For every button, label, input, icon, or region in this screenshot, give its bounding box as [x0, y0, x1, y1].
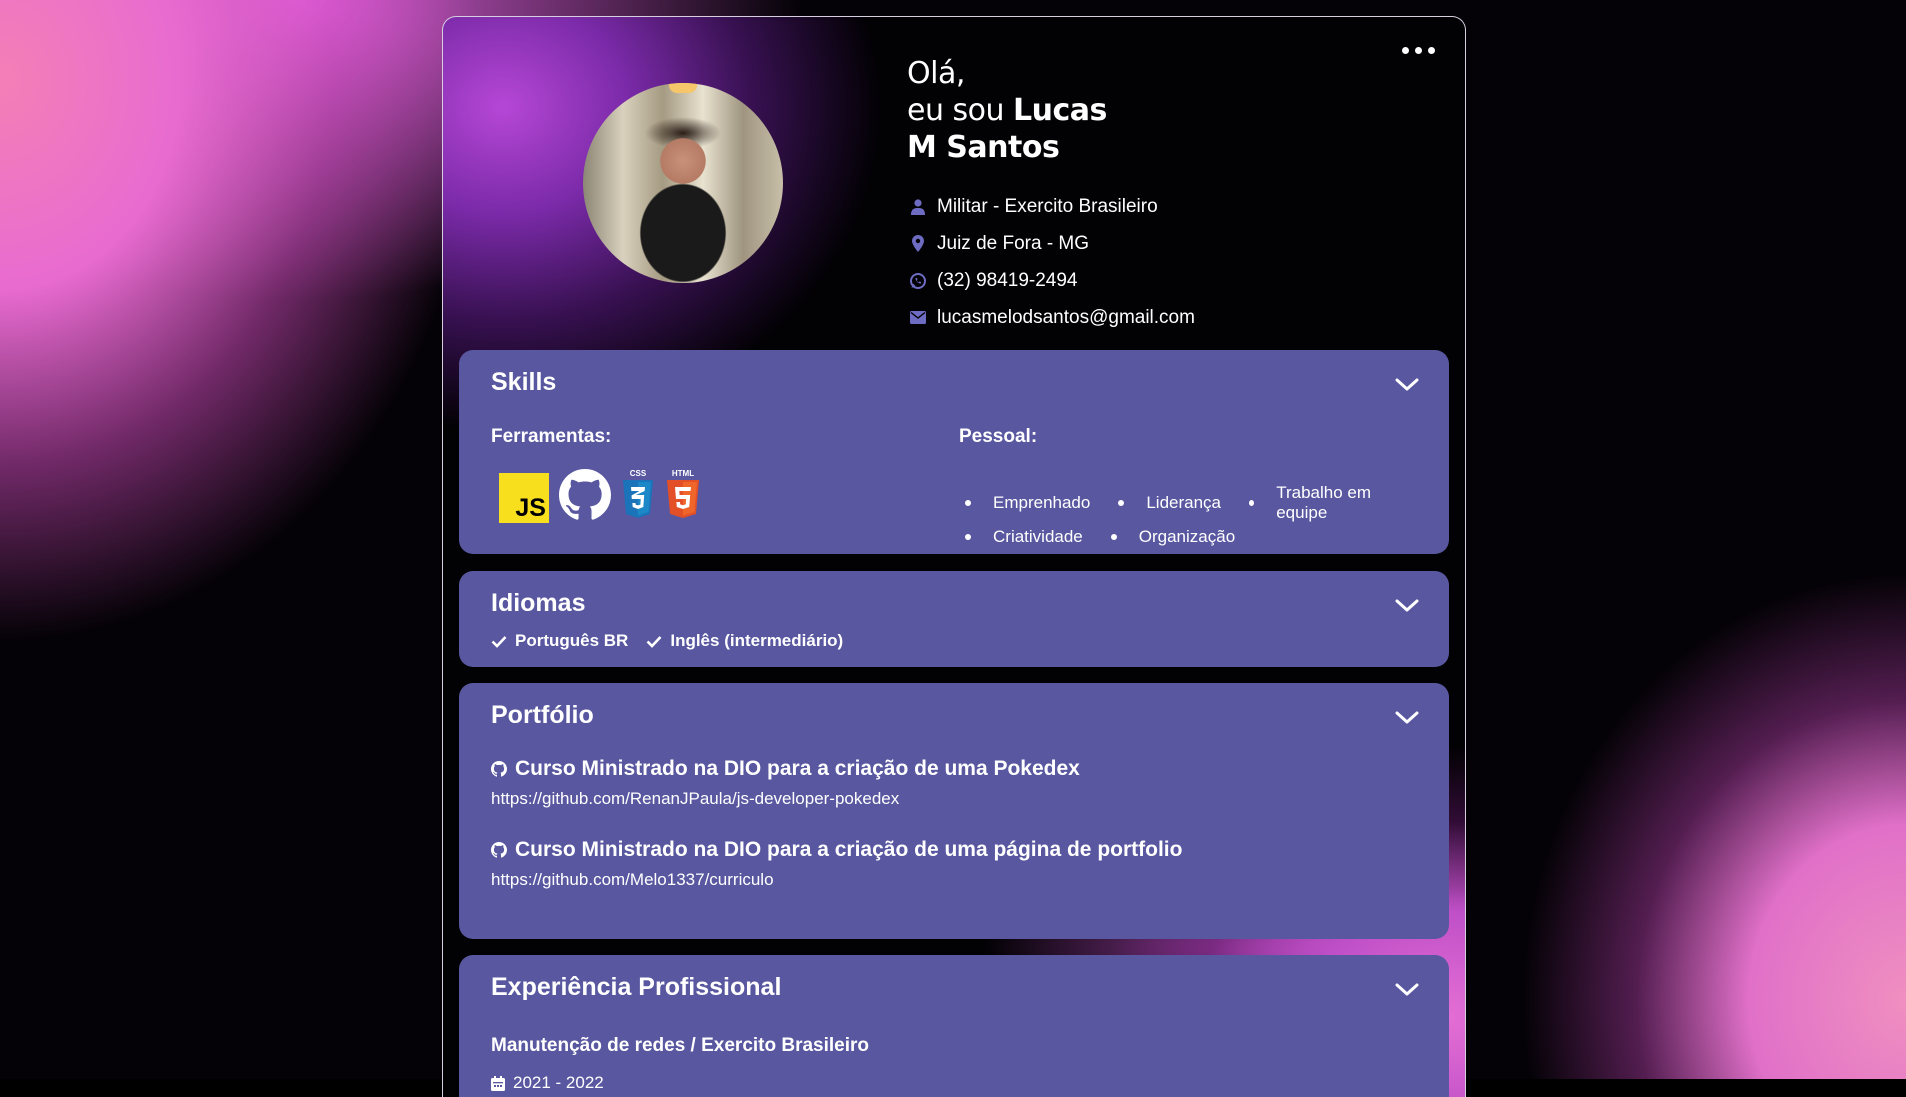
skills-section: Skills Ferramentas: JS CSS HTML Pessoal:…	[459, 350, 1449, 554]
calendar-icon	[491, 1075, 505, 1091]
list-item: Trabalho em equipe	[1243, 483, 1407, 523]
avatar	[583, 83, 783, 283]
portfolio-title[interactable]: Portfólio	[491, 701, 594, 730]
html5-icon: HTML	[665, 468, 701, 527]
project-url-link[interactable]: https://github.com/Melo1337/curriculo	[491, 870, 1182, 890]
project-title-link[interactable]: Curso Ministrado na DIO para a criação d…	[491, 757, 1080, 781]
language-item: Inglês (intermediário)	[646, 631, 843, 651]
check-icon	[646, 635, 662, 648]
svg-text:CSS: CSS	[630, 469, 647, 478]
languages-title[interactable]: Idiomas	[491, 589, 585, 618]
experience-title[interactable]: Experiência Profissional	[491, 973, 781, 1002]
experience-period: 2021 - 2022	[491, 1073, 604, 1093]
greeting-prefix: eu sou	[907, 93, 1014, 128]
info-email[interactable]: lucasmelodsantos@gmail.com	[907, 299, 1195, 336]
css3-icon: CSS	[621, 468, 655, 527]
mail-icon	[907, 311, 929, 324]
person-icon	[907, 198, 929, 215]
location-text: Juiz de Fora - MG	[937, 232, 1090, 254]
intro: Olá, eu sou Lucas M Santos Militar - Exe…	[907, 55, 1195, 336]
github-icon	[559, 469, 611, 526]
list-item: Organização	[1105, 527, 1235, 547]
project-title-link[interactable]: Curso Ministrado na DIO para a criação d…	[491, 838, 1182, 862]
github-icon	[491, 761, 507, 777]
email-text: lucasmelodsantos@gmail.com	[937, 306, 1195, 328]
skills-title[interactable]: Skills	[491, 368, 556, 397]
tools-label: Ferramentas:	[491, 426, 612, 447]
portfolio-project: Curso Ministrado na DIO para a criação d…	[491, 757, 1080, 809]
profile-card: Olá, eu sou Lucas M Santos Militar - Exe…	[442, 16, 1466, 1097]
list-item: Liderança	[1112, 493, 1221, 513]
list-item: Emprenhado	[959, 493, 1090, 513]
chevron-down-icon[interactable]	[1395, 599, 1419, 618]
experience-role: Manutenção de redes / Exercito Brasileir…	[491, 1035, 870, 1056]
info-location: Juiz de Fora - MG	[907, 225, 1195, 262]
chevron-down-icon[interactable]	[1395, 378, 1419, 397]
greeting-line1: Olá,	[907, 56, 965, 91]
more-options-icon[interactable]	[1402, 47, 1435, 54]
language-item: Português BR	[491, 631, 628, 651]
occupation-text: Militar - Exercito Brasileiro	[937, 195, 1158, 217]
check-icon	[491, 635, 507, 648]
tools-list: JS CSS HTML	[499, 468, 701, 527]
contact-info-list: Militar - Exercito Brasileiro Juiz de Fo…	[907, 188, 1195, 336]
personal-skills-list: Emprenhado Liderança Trabalho em equipe …	[959, 483, 1429, 554]
portfolio-section: Portfólio Curso Ministrado na DIO para a…	[459, 683, 1449, 939]
experience-section: Experiência Profissional Manutenção de r…	[459, 955, 1449, 1097]
portfolio-project: Curso Ministrado na DIO para a criação d…	[491, 838, 1182, 890]
greeting-surname: M Santos	[907, 130, 1060, 165]
phone-text: (32) 98419-2494	[937, 269, 1078, 291]
personal-label: Pessoal:	[959, 426, 1038, 447]
languages-section: Idiomas Português BR Inglês (intermediár…	[459, 571, 1449, 667]
greeting-name: Lucas	[1013, 93, 1107, 128]
github-icon	[491, 842, 507, 858]
languages-list: Português BR Inglês (intermediário)	[491, 631, 843, 651]
project-url-link[interactable]: https://github.com/RenanJPaula/js-develo…	[491, 789, 1080, 809]
list-item: Criatividade	[959, 527, 1083, 547]
whatsapp-icon	[907, 272, 929, 289]
location-pin-icon	[907, 235, 929, 252]
svg-text:HTML: HTML	[672, 469, 694, 478]
info-occupation: Militar - Exercito Brasileiro	[907, 188, 1195, 225]
info-phone[interactable]: (32) 98419-2494	[907, 262, 1195, 299]
page-title: Olá, eu sou Lucas M Santos	[907, 55, 1195, 166]
javascript-icon: JS	[499, 472, 549, 523]
chevron-down-icon[interactable]	[1395, 711, 1419, 730]
chevron-down-icon[interactable]	[1395, 983, 1419, 1002]
